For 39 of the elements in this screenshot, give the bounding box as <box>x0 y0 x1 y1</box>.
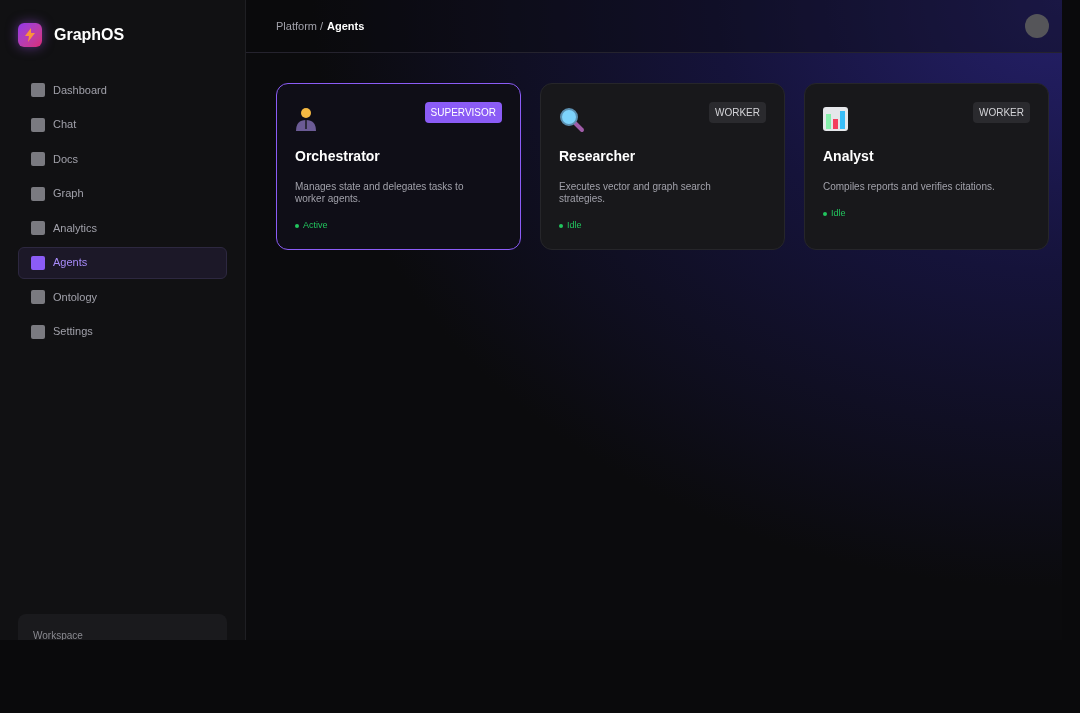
person-icon <box>295 107 317 131</box>
avatar[interactable] <box>1025 14 1049 38</box>
role-badge: SUPERVISOR <box>424 102 502 123</box>
sidebar-item[interactable]: Settings <box>18 315 227 348</box>
nav-icon <box>31 83 45 97</box>
agent-name: Researcher <box>559 147 637 166</box>
nav-icon <box>31 324 45 339</box>
logo-icon <box>18 23 42 47</box>
agent-status: Idle <box>831 207 846 220</box>
nav-icon <box>31 186 45 201</box>
sidebar-item[interactable]: Graph <box>18 177 227 210</box>
magnifier-icon <box>559 107 585 133</box>
sidebar-item[interactable]: Ontology <box>18 281 227 313</box>
agent-name: Orchestrator <box>295 147 381 166</box>
agent-card[interactable]: WORKER Analyst Compiles reports and verifies citations. Idle <box>804 83 1049 250</box>
agent-description: Executes vector and graph search strategies. <box>559 181 712 205</box>
agent-name: Analyst <box>823 147 875 166</box>
role-badge: WORKER <box>709 102 766 123</box>
agent-status: Idle <box>567 219 582 232</box>
role-badge: WORKER <box>973 102 1030 123</box>
sidebar-item[interactable]: Docs <box>18 143 227 175</box>
sidebar-item[interactable]: Agents <box>18 246 227 279</box>
agent-card[interactable]: SUPERVISOR Orchestrator Manages state and delegates tasks to worker agents. Active <box>276 83 521 250</box>
brand-name: GraphOS <box>54 25 125 45</box>
nav-icon <box>31 152 45 166</box>
nav-icon <box>31 290 45 304</box>
agent-description: Compiles reports and verifies citations. <box>823 181 996 193</box>
sidebar-item[interactable]: Analytics <box>18 212 227 244</box>
nav-icon <box>31 255 45 270</box>
sidebar-item[interactable]: Dashboard <box>18 74 227 106</box>
breadcrumb-current: Agents <box>327 18 365 34</box>
bar-chart-icon <box>823 107 848 131</box>
sidebar-item[interactable]: Chat <box>18 108 227 141</box>
nav-icon <box>31 221 45 235</box>
agent-status: Active <box>303 219 328 232</box>
agent-card[interactable]: WORKER Researcher Executes vector and graph search strategies. Idle <box>540 83 785 250</box>
nav-icon <box>31 117 45 132</box>
breadcrumb-parent[interactable]: Platform / <box>276 17 324 35</box>
agent-description: Manages state and delegates tasks to worker agents. <box>295 181 465 205</box>
